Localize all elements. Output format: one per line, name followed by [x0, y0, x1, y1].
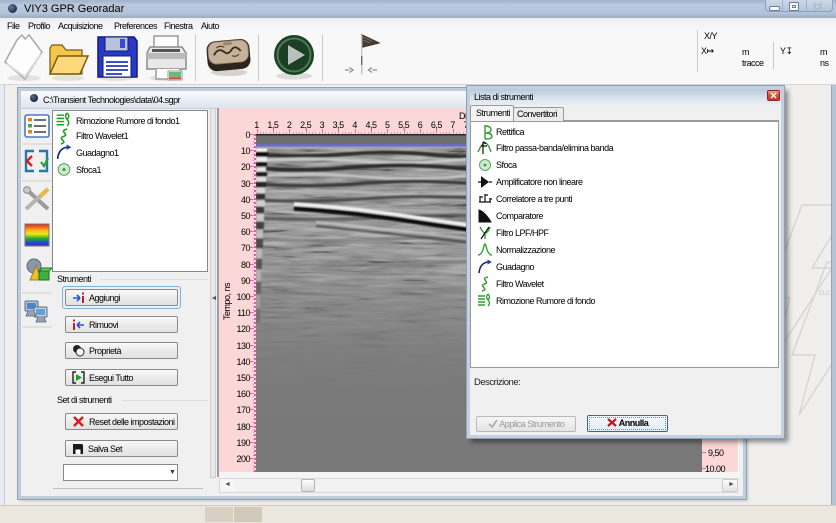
svg-text:ELE: ELE: [819, 290, 831, 297]
